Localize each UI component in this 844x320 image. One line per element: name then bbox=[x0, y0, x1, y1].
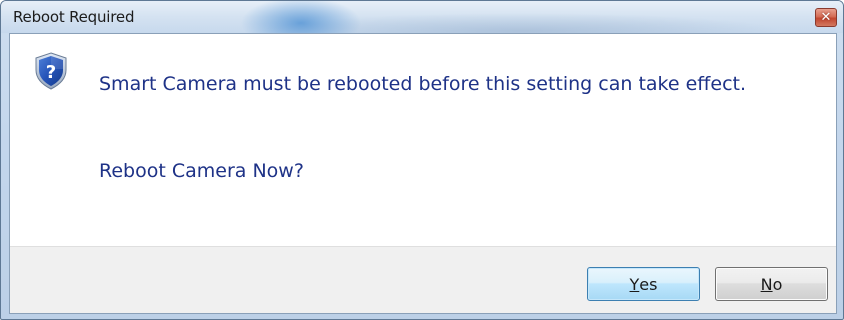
no-button-mnemonic: N bbox=[760, 274, 773, 294]
yes-button-mnemonic: Y bbox=[629, 274, 640, 294]
no-button[interactable]: No bbox=[715, 267, 828, 301]
dialog-content: ? Smart Camera must be rebooted before t… bbox=[10, 34, 836, 246]
title-bar[interactable]: Reboot Required ✕ bbox=[1, 1, 843, 33]
yes-button-label-rest: es bbox=[639, 274, 658, 294]
close-icon: ✕ bbox=[820, 10, 832, 25]
dialog-client-area: ? Smart Camera must be rebooted before t… bbox=[9, 33, 837, 314]
dialog-message: Smart Camera must be rebooted before thi… bbox=[99, 73, 747, 95]
yes-button[interactable]: Yes bbox=[587, 267, 700, 301]
dialog-question: Reboot Camera Now? bbox=[99, 160, 304, 182]
close-button[interactable]: ✕ bbox=[815, 8, 837, 27]
shield-question-icon: ? bbox=[35, 52, 67, 90]
svg-text:?: ? bbox=[46, 62, 56, 83]
window-title: Reboot Required bbox=[13, 8, 135, 26]
dialog-window: Reboot Required ✕ ? Smart Camera must be… bbox=[0, 0, 844, 320]
no-button-label-rest: o bbox=[772, 274, 783, 294]
button-bar: Yes No bbox=[10, 246, 836, 313]
